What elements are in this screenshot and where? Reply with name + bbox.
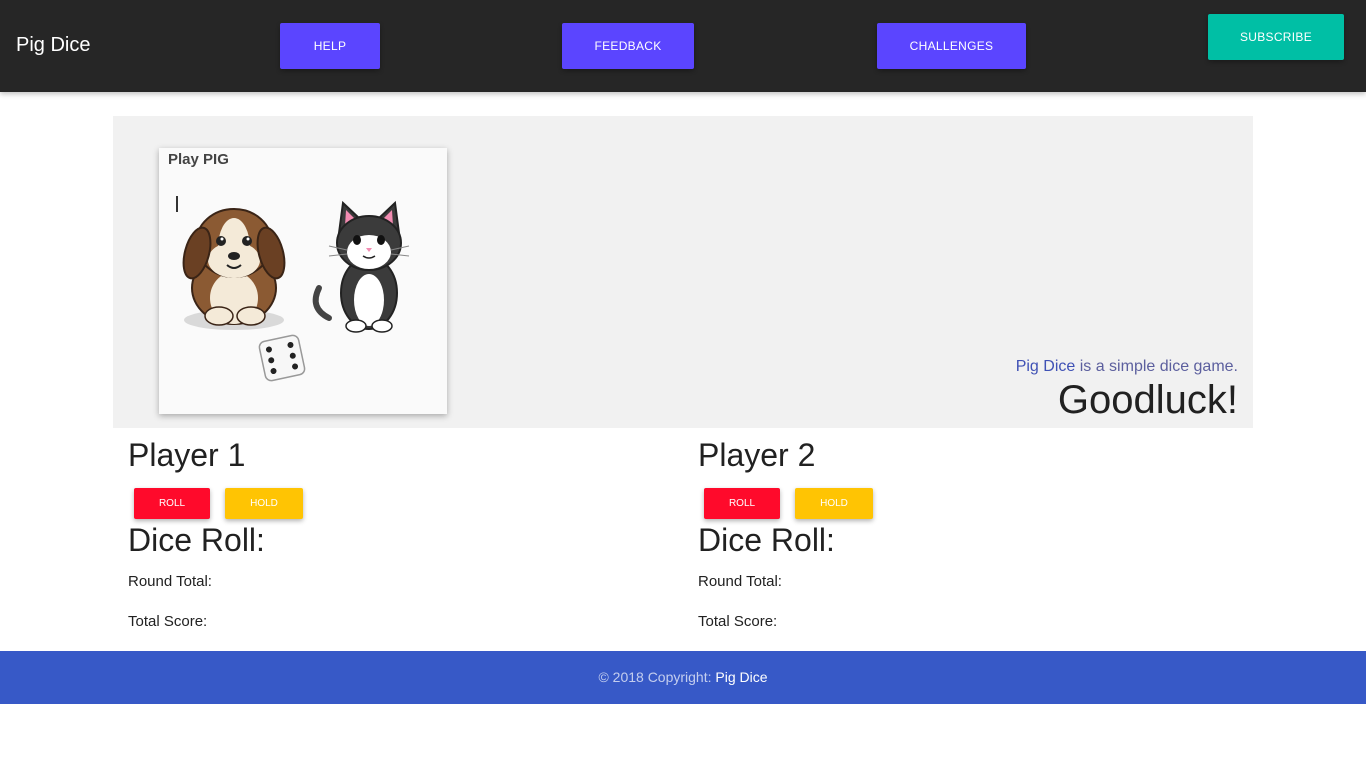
player-1-round-total: Round Total: [128, 573, 212, 590]
intro-description: is a simple dice game. [1075, 358, 1238, 375]
challenges-button[interactable]: CHALLENGES [877, 23, 1026, 69]
player-1-actions: ROLL HOLD [128, 488, 668, 530]
puppy-illustration [182, 208, 286, 330]
player-1-roll-button[interactable]: ROLL [134, 488, 210, 519]
player-1-name: Player 1 [128, 437, 246, 473]
player-2-actions: ROLL HOLD [698, 488, 1238, 530]
page-footer: © 2018 Copyright: Pig Dice [0, 651, 1366, 704]
player-1-hold-button[interactable]: HOLD [225, 488, 303, 519]
game-illustration [182, 200, 410, 382]
footer-copyright: © 2018 Copyright: [598, 669, 716, 685]
player-1-total-score: Total Score: [128, 613, 208, 630]
player-1-panel: Player 1 ROLL HOLD Dice Roll: Round Tota… [128, 436, 668, 632]
help-button[interactable]: HELP [280, 23, 380, 69]
game-card: Play PIG [159, 148, 447, 414]
brand-title[interactable]: Pig Dice [16, 34, 90, 57]
player-2-round-total: Round Total: [698, 573, 782, 590]
feedback-button[interactable]: FEEDBACK [562, 23, 694, 69]
dice-icon [258, 334, 306, 382]
player-2-roll-button[interactable]: ROLL [704, 488, 780, 519]
player-2-hold-button[interactable]: HOLD [795, 488, 873, 519]
hero-jumbotron: Play PIG Pig Dice is a simple dice game.… [113, 116, 1253, 428]
subscribe-button[interactable]: SUBSCRIBE [1208, 14, 1344, 60]
player-2-total-score: Total Score: [698, 613, 778, 630]
intro-link[interactable]: Pig Dice [1016, 358, 1076, 375]
kitten-illustration [312, 200, 410, 333]
top-navbar: Pig Dice HELP FEEDBACK CHALLENGES SUBSCR… [0, 0, 1366, 92]
player-2-panel: Player 2 ROLL HOLD Dice Roll: Round Tota… [698, 436, 1238, 632]
intro-text: Pig Dice is a simple dice game. [1016, 358, 1238, 376]
hero-text: Pig Dice is a simple dice game. Goodluck… [1016, 358, 1238, 422]
footer-link[interactable]: Pig Dice [715, 669, 767, 685]
headline: Goodluck! [1057, 378, 1238, 422]
player-2-name: Player 2 [698, 437, 816, 473]
